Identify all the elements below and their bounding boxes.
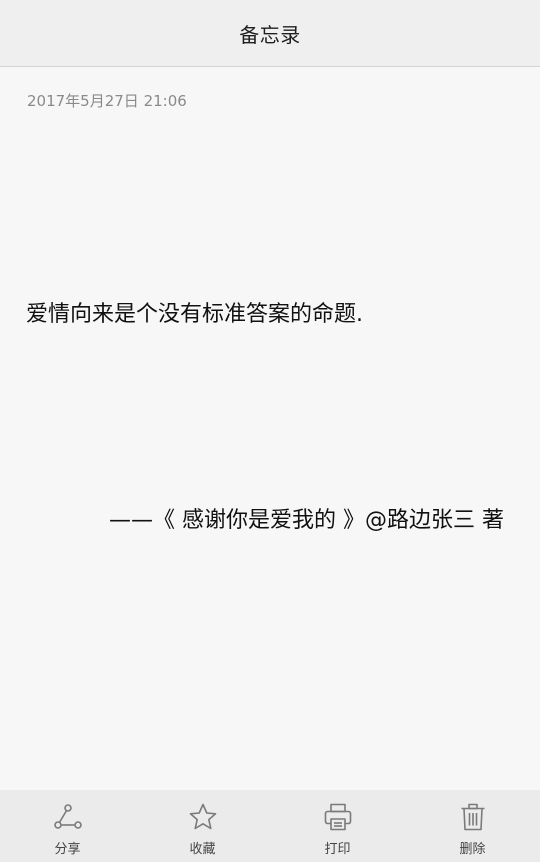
delete-button[interactable]: 删除 <box>405 790 540 862</box>
share-button[interactable]: 分享 <box>0 790 135 862</box>
note-body-text[interactable]: 爱情向来是个没有标准答案的命题. <box>26 296 363 328</box>
print-label: 打印 <box>324 842 351 857</box>
star-icon <box>188 802 218 832</box>
delete-label: 删除 <box>459 842 486 857</box>
favorite-label: 收藏 <box>189 842 216 857</box>
header-bar: 备忘录 <box>0 0 540 67</box>
share-label: 分享 <box>54 842 81 857</box>
page-title: 备忘录 <box>239 22 301 47</box>
bottom-toolbar: 分享 收藏 打印 删除 <box>0 790 540 862</box>
print-button[interactable]: 打印 <box>270 790 405 862</box>
note-signature-text[interactable]: ——《 感谢你是爱我的 》@路边张三 著 <box>109 502 504 534</box>
trash-icon <box>458 802 488 832</box>
note-timestamp: 2017年5月27日 21:06 <box>27 92 187 110</box>
printer-icon <box>323 802 353 832</box>
favorite-button[interactable]: 收藏 <box>135 790 270 862</box>
share-icon <box>53 802 83 832</box>
